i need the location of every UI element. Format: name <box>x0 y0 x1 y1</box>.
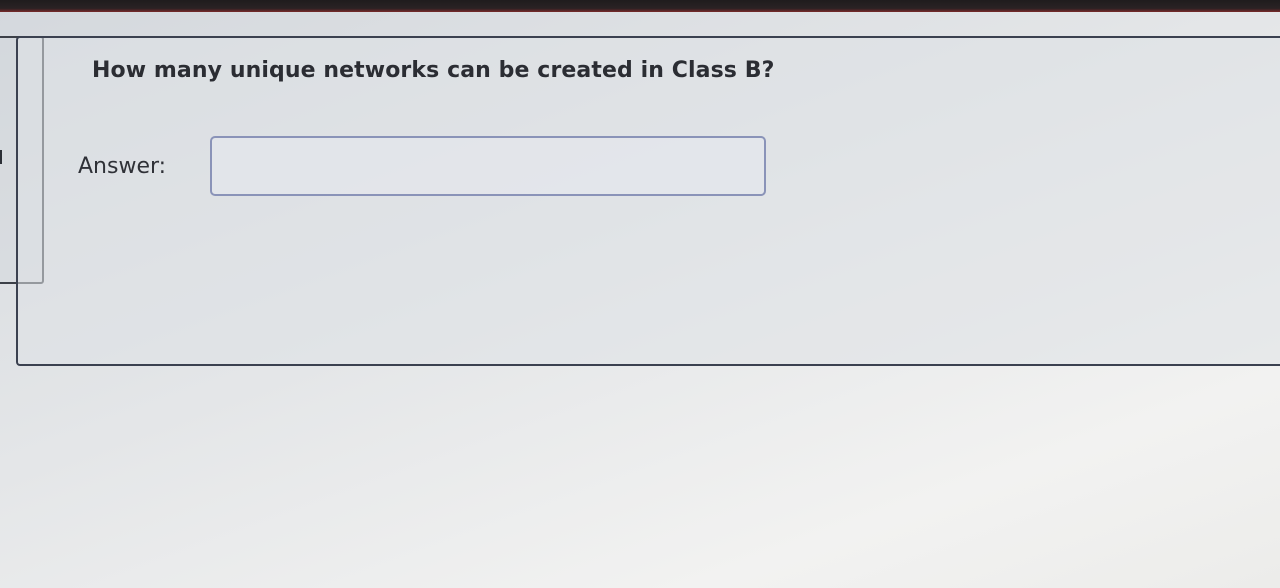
question-card <box>16 36 1280 366</box>
question-text: How many unique networks can be created … <box>92 58 775 83</box>
answer-input[interactable] <box>210 136 766 196</box>
answer-label: Answer: <box>78 154 167 179</box>
window-top-edge <box>0 0 1280 12</box>
previous-card-marker <box>0 150 2 164</box>
